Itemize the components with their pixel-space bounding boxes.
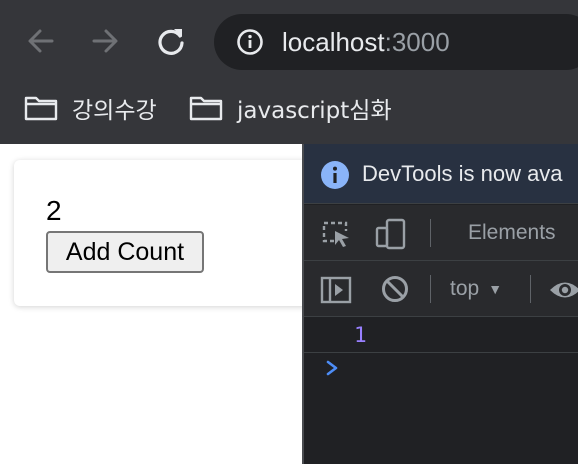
url-host: localhost (282, 27, 385, 57)
back-button[interactable] (20, 20, 62, 62)
console-toolbar: top ▼ (304, 261, 578, 317)
console-log-value: 1 (354, 323, 367, 347)
clear-icon (382, 276, 408, 302)
context-selector[interactable]: top ▼ (450, 277, 502, 301)
url-port: :3000 (384, 27, 450, 57)
toolbar-divider (530, 275, 531, 303)
console-prompt-icon[interactable] (324, 359, 340, 377)
arrow-left-icon (28, 29, 54, 53)
add-count-button[interactable]: Add Count (46, 231, 204, 273)
bookmark-label: 강의수강 (72, 98, 157, 124)
sidebar-toggle-icon (320, 276, 352, 304)
browser-toolbar: localhost:3000 (0, 0, 578, 72)
console-sidebar-button[interactable] (320, 275, 352, 305)
eye-icon (550, 282, 578, 298)
toolbar-divider (430, 275, 431, 303)
dropdown-triangle-icon: ▼ (488, 281, 503, 297)
url-text: localhost:3000 (282, 27, 450, 57)
toolbar-divider (430, 219, 431, 247)
count-value: 2 (46, 195, 62, 226)
bookmark-label: javascript심화 (237, 98, 392, 124)
tab-elements[interactable]: Elements (468, 221, 556, 245)
devtools-panel: DevTools is now ava Elements top ▼ 1 (302, 144, 578, 464)
bookmark-folder-1[interactable]: 강의수강 (24, 90, 157, 126)
clear-console-button[interactable] (380, 274, 410, 304)
live-expression-button[interactable] (548, 277, 578, 303)
device-icon (375, 218, 406, 250)
inspect-element-button[interactable] (320, 219, 354, 249)
context-label: top (450, 277, 480, 300)
arrow-right-icon (92, 29, 118, 53)
page-viewport (0, 144, 314, 464)
reload-icon (158, 29, 184, 55)
devtools-tabbar: Elements (304, 205, 578, 261)
bookmarks-bar: 강의수강 javascript심화 (0, 72, 578, 144)
inspect-icon (322, 221, 349, 247)
folder-icon (189, 96, 223, 121)
forward-button[interactable] (84, 20, 126, 62)
infobar-message: DevTools is now ava (362, 161, 563, 186)
folder-icon (24, 96, 58, 121)
console-log-row: 1 (304, 317, 578, 353)
device-toolbar-button[interactable] (374, 217, 408, 251)
bookmark-folder-2[interactable]: javascript심화 (189, 90, 392, 126)
reload-button[interactable] (150, 20, 192, 62)
address-bar[interactable]: localhost:3000 (214, 14, 578, 70)
devtools-infobar: DevTools is now ava (304, 144, 578, 204)
info-icon (321, 161, 349, 189)
info-icon[interactable] (236, 28, 264, 56)
